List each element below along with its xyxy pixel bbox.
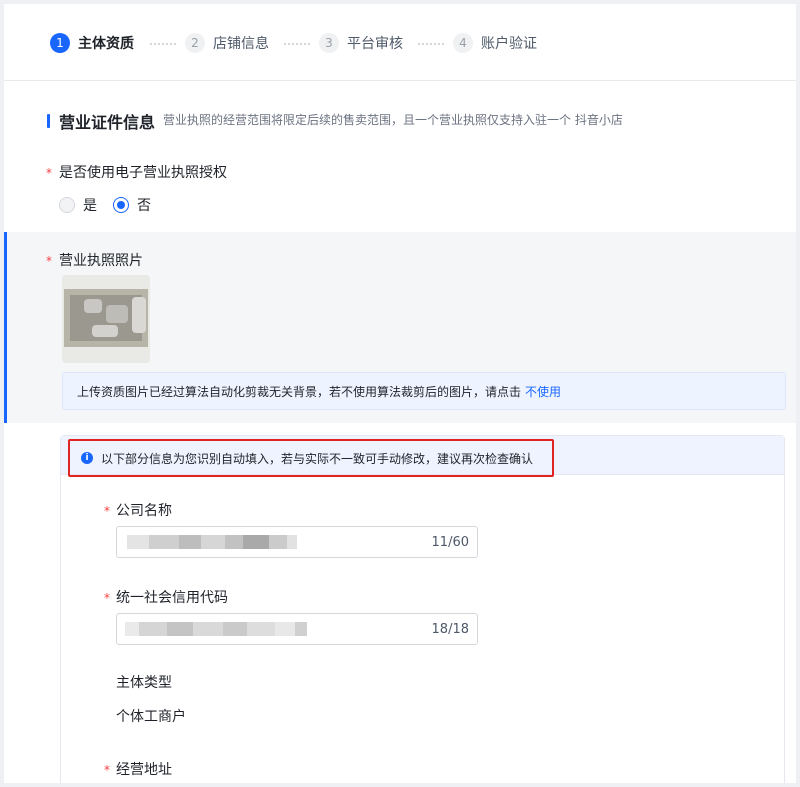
- crop-tip-text: 上传资质图片已经过算法自动化剪裁无关背景，若不使用算法裁剪后的图片，请点击: [77, 384, 522, 399]
- license-photo-label: 营业执照照片: [59, 253, 143, 269]
- recognized-info-card: [60, 435, 785, 783]
- required-mark: *: [46, 166, 52, 180]
- step-1-number: 1: [50, 33, 70, 53]
- not-use-link[interactable]: 不使用: [525, 383, 561, 400]
- step-2[interactable]: 2 店铺信息: [185, 32, 269, 54]
- step-3-number: 3: [319, 33, 339, 53]
- step-4-label: 账户验证: [481, 36, 537, 52]
- radio-yes[interactable]: 是: [59, 195, 97, 215]
- entity-type-value: 个体工商户: [116, 709, 186, 725]
- step-3-label: 平台审核: [347, 36, 403, 52]
- radio-yes-label: 是: [83, 198, 97, 214]
- address-label: 经营地址: [116, 762, 172, 778]
- radio-circle-checked: [113, 197, 129, 213]
- info-icon: i: [81, 452, 93, 464]
- step-4[interactable]: 4 账户验证: [453, 32, 537, 54]
- credit-code-count: 18/18: [431, 622, 469, 637]
- section-title-bar: [47, 114, 50, 128]
- license-photo-thumbnail[interactable]: [62, 275, 150, 363]
- credit-code-input[interactable]: 18/18: [116, 613, 478, 645]
- step-2-number: 2: [185, 33, 205, 53]
- step-divider: [418, 43, 444, 45]
- company-name-input[interactable]: 11/60: [116, 526, 478, 558]
- section-description: 营业执照的经营范围将限定后续的售卖范围，且一个营业执照仅支持入驻一个 抖音小店: [163, 113, 623, 127]
- entity-type-label: 主体类型: [116, 675, 172, 691]
- page-frame: 1 主体资质 2 店铺信息 3 平台审核 4 账户验证 营业证件信息 营业执照的…: [4, 4, 796, 783]
- company-name-label: 公司名称: [116, 503, 172, 519]
- company-name-count: 11/60: [431, 535, 469, 550]
- auto-fill-notice-text: 以下部分信息为您识别自动填入，若与实际不一致可手动修改，建议再次检查确认: [101, 451, 534, 466]
- radio-no[interactable]: 否: [113, 195, 151, 215]
- steps-header: 1 主体资质 2 店铺信息 3 平台审核 4 账户验证: [4, 4, 796, 81]
- step-3[interactable]: 3 平台审核: [319, 32, 403, 54]
- step-4-number: 4: [453, 33, 473, 53]
- crop-tip-bar: 上传资质图片已经过算法自动化剪裁无关背景，若不使用算法裁剪后的图片，请点击 不使…: [62, 372, 786, 410]
- step-1[interactable]: 1 主体资质: [50, 32, 134, 54]
- auto-fill-notice: i 以下部分信息为您识别自动填入，若与实际不一致可手动修改，建议再次检查确认: [68, 439, 554, 477]
- credit-code-label: 统一社会信用代码: [116, 590, 228, 606]
- redacted-value: [125, 622, 307, 636]
- license-photo-section: * 营业执照照片 上传资质图片已经过算法自动化剪裁无关背景，若不使用算法裁剪后的…: [4, 232, 796, 423]
- required-mark: *: [104, 504, 110, 518]
- radio-no-label: 否: [137, 198, 151, 214]
- e-license-label: 是否使用电子营业执照授权: [59, 165, 227, 181]
- step-divider: [284, 43, 310, 45]
- redacted-value: [127, 535, 297, 549]
- step-2-label: 店铺信息: [213, 36, 269, 52]
- required-mark: *: [46, 254, 52, 268]
- required-mark: *: [104, 591, 110, 605]
- required-mark: *: [104, 763, 110, 777]
- section-title: 营业证件信息: [59, 113, 156, 132]
- radio-circle: [59, 197, 75, 213]
- step-divider: [150, 43, 176, 45]
- step-1-label: 主体资质: [78, 36, 134, 52]
